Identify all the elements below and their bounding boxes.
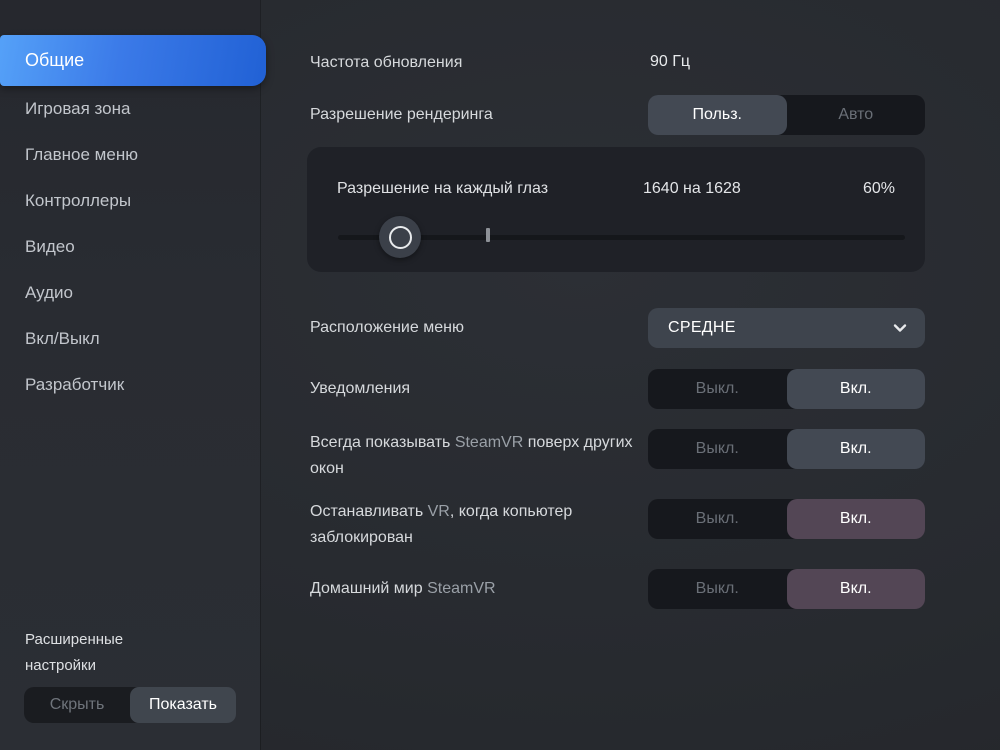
sidebar-item-play-area[interactable]: Игровая зона — [0, 86, 260, 132]
per-eye-resolution-label: Разрешение на каждый глаз — [337, 180, 548, 198]
label-text-en: VR — [428, 503, 450, 520]
sidebar: Общие Игровая зона Главное меню Контролл… — [0, 0, 260, 750]
advanced-settings-label: Расширенные настройки — [25, 627, 123, 679]
sidebar-item-controllers[interactable]: Контроллеры — [0, 178, 260, 224]
render-resolution-auto-option[interactable]: Авто — [787, 95, 926, 135]
resolution-slider-thumb[interactable] — [379, 216, 421, 258]
sidebar-item-label: Общие — [25, 50, 84, 71]
pause-vr-locked-toggle[interactable]: Выкл. Вкл. — [648, 499, 925, 539]
menu-position-label: Расположение меню — [310, 315, 645, 341]
sidebar-item-power[interactable]: Вкл/Выкл — [0, 316, 260, 362]
pause-vr-locked-on-option[interactable]: Вкл. — [787, 499, 926, 539]
chevron-down-icon — [891, 319, 909, 337]
sidebar-item-label: Контроллеры — [25, 191, 131, 211]
sidebar-item-video[interactable]: Видео — [0, 224, 260, 270]
notifications-off-option[interactable]: Выкл. — [648, 369, 787, 409]
render-resolution-custom-option[interactable]: Польз. — [648, 95, 787, 135]
per-eye-resolution-percent: 60% — [863, 180, 895, 198]
slider-thumb-ring-icon — [389, 226, 412, 249]
resolution-slider-tick — [486, 228, 490, 242]
label-text-en: SteamVR — [427, 580, 495, 597]
sidebar-item-label: Видео — [25, 237, 75, 257]
steamvr-settings-window: Общие Игровая зона Главное меню Контролл… — [0, 0, 1000, 750]
label-text: Всегда показывать — [310, 434, 455, 451]
sidebar-item-general[interactable]: Общие — [0, 35, 266, 86]
pause-vr-locked-label: Останавливать VR, когда копьютер заблоки… — [310, 499, 645, 551]
sidebar-item-label: Разработчик — [25, 375, 124, 395]
refresh-rate-value: 90 Гц — [650, 53, 690, 71]
notifications-on-option[interactable]: Вкл. — [787, 369, 926, 409]
sidebar-item-main-menu[interactable]: Главное меню — [0, 132, 260, 178]
steamvr-on-top-label: Всегда показывать SteamVR поверх других … — [310, 430, 645, 482]
steamvr-on-top-off-option[interactable]: Выкл. — [648, 429, 787, 469]
advanced-hide-button[interactable]: Скрыть — [24, 687, 130, 723]
render-resolution-toggle[interactable]: Польз. Авто — [648, 95, 925, 135]
label-text: Домашний мир — [310, 580, 427, 597]
notifications-label: Уведомления — [310, 376, 645, 402]
refresh-rate-label: Частота обновления — [310, 50, 645, 76]
sidebar-item-label: Вкл/Выкл — [25, 329, 100, 349]
sidebar-item-label: Главное меню — [25, 145, 138, 165]
steamvr-home-toggle[interactable]: Выкл. Вкл. — [648, 569, 925, 609]
steamvr-on-top-toggle[interactable]: Выкл. Вкл. — [648, 429, 925, 469]
per-eye-resolution-value: 1640 на 1628 — [643, 180, 741, 198]
pause-vr-locked-off-option[interactable]: Выкл. — [648, 499, 787, 539]
advanced-settings-label-line1: Расширенные — [25, 627, 123, 653]
steamvr-home-off-option[interactable]: Выкл. — [648, 569, 787, 609]
sidebar-item-developer[interactable]: Разработчик — [0, 362, 260, 408]
per-eye-resolution-panel: Разрешение на каждый глаз 1640 на 1628 6… — [307, 147, 925, 272]
label-text: Останавливать — [310, 503, 428, 520]
notifications-toggle[interactable]: Выкл. Вкл. — [648, 369, 925, 409]
label-text-en: SteamVR — [455, 434, 523, 451]
sidebar-item-label: Аудио — [25, 283, 73, 303]
sidebar-item-label: Игровая зона — [25, 99, 130, 119]
advanced-settings-toggle[interactable]: Скрыть Показать — [24, 687, 236, 723]
steamvr-on-top-on-option[interactable]: Вкл. — [787, 429, 926, 469]
menu-position-value: СРЕДНЕ — [668, 319, 736, 337]
render-resolution-label: Разрешение рендеринга — [310, 102, 645, 128]
advanced-show-button[interactable]: Показать — [130, 687, 236, 723]
sidebar-item-audio[interactable]: Аудио — [0, 270, 260, 316]
label-text: Уведомления — [310, 380, 410, 397]
resolution-slider-track[interactable] — [338, 235, 905, 240]
steamvr-home-label: Домашний мир SteamVR — [310, 576, 645, 602]
steamvr-home-on-option[interactable]: Вкл. — [787, 569, 926, 609]
menu-position-dropdown[interactable]: СРЕДНЕ — [648, 308, 925, 348]
advanced-settings-label-line2: настройки — [25, 653, 123, 679]
